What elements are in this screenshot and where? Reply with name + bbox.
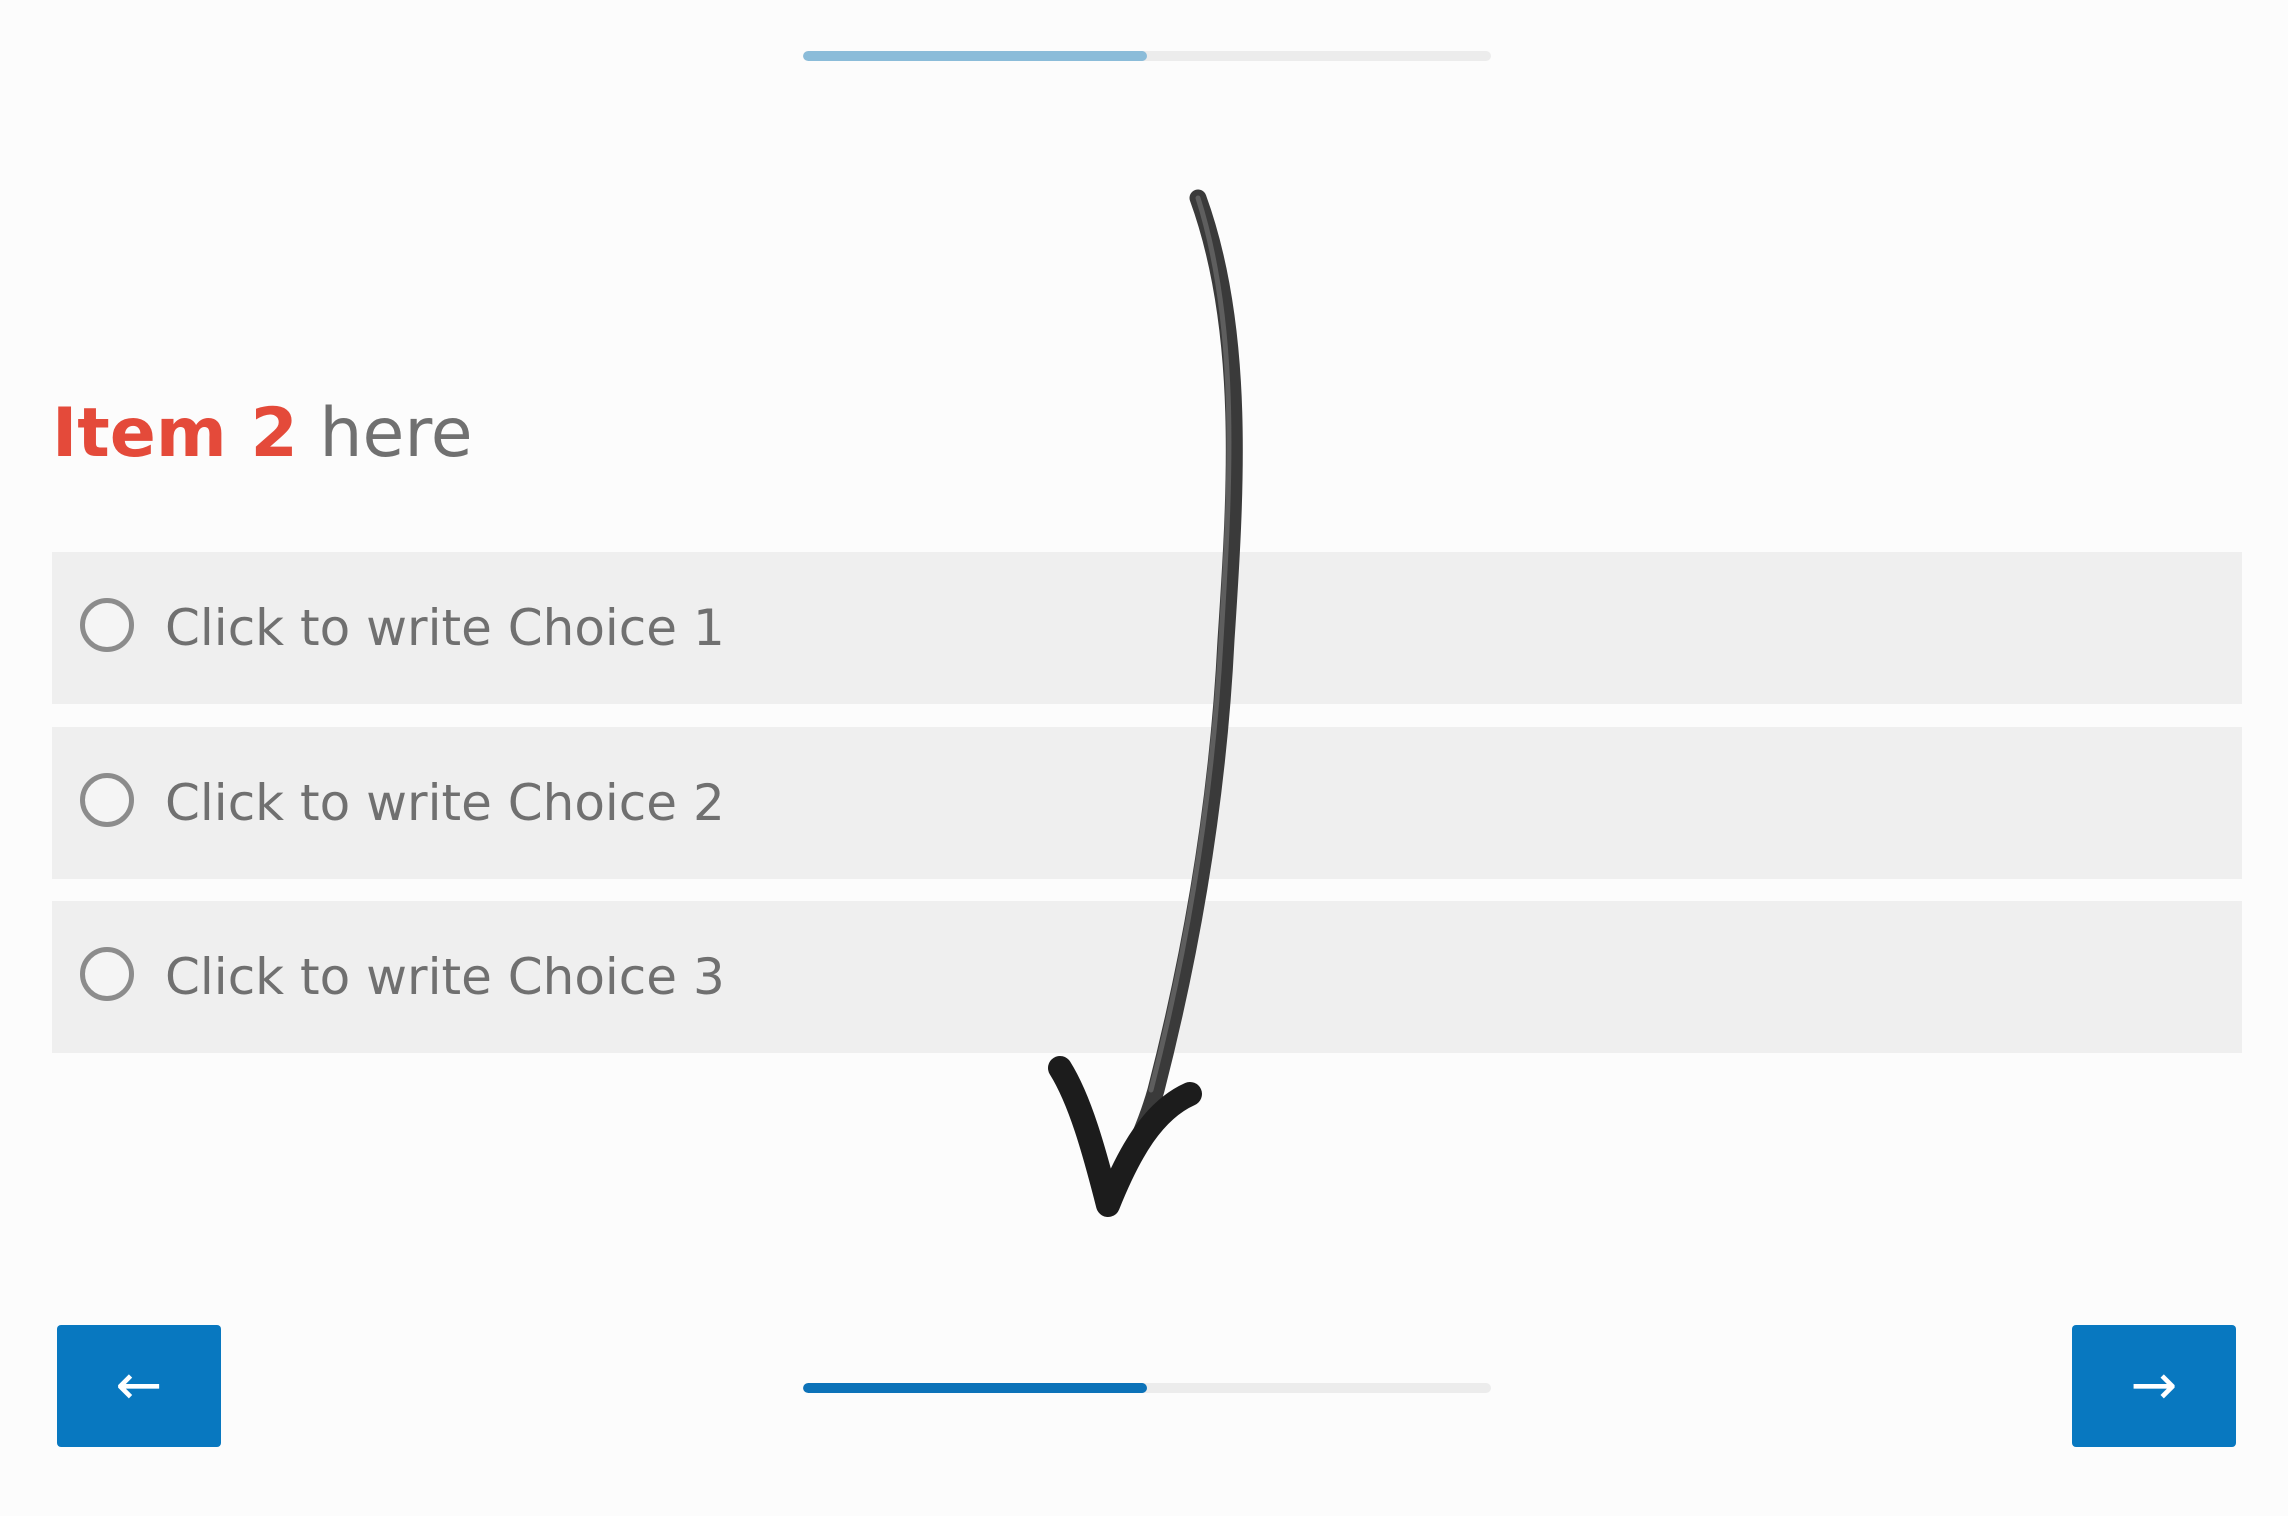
progress-bar-bottom [803, 1383, 1491, 1393]
choice-3[interactable]: Click to write Choice 3 [52, 901, 2242, 1053]
progress-bar-top-fill [803, 51, 1147, 61]
question-item-number: Item 2 [52, 394, 298, 473]
radio-button-icon[interactable] [80, 598, 134, 652]
next-button[interactable]: → [2072, 1325, 2236, 1447]
progress-bar-bottom-fill [803, 1383, 1147, 1393]
progress-bar-top [803, 51, 1491, 61]
radio-button-icon[interactable] [80, 773, 134, 827]
radio-button-icon[interactable] [80, 947, 134, 1001]
choice-1[interactable]: Click to write Choice 1 [52, 552, 2242, 704]
question-title: Item 2 here [52, 388, 473, 480]
back-button[interactable]: ← [57, 1325, 221, 1447]
choice-2[interactable]: Click to write Choice 2 [52, 727, 2242, 879]
question-text: here [297, 394, 473, 473]
choice-1-label[interactable]: Click to write Choice 1 [165, 552, 725, 704]
choice-3-label[interactable]: Click to write Choice 3 [165, 901, 725, 1053]
choice-2-label[interactable]: Click to write Choice 2 [165, 727, 725, 879]
